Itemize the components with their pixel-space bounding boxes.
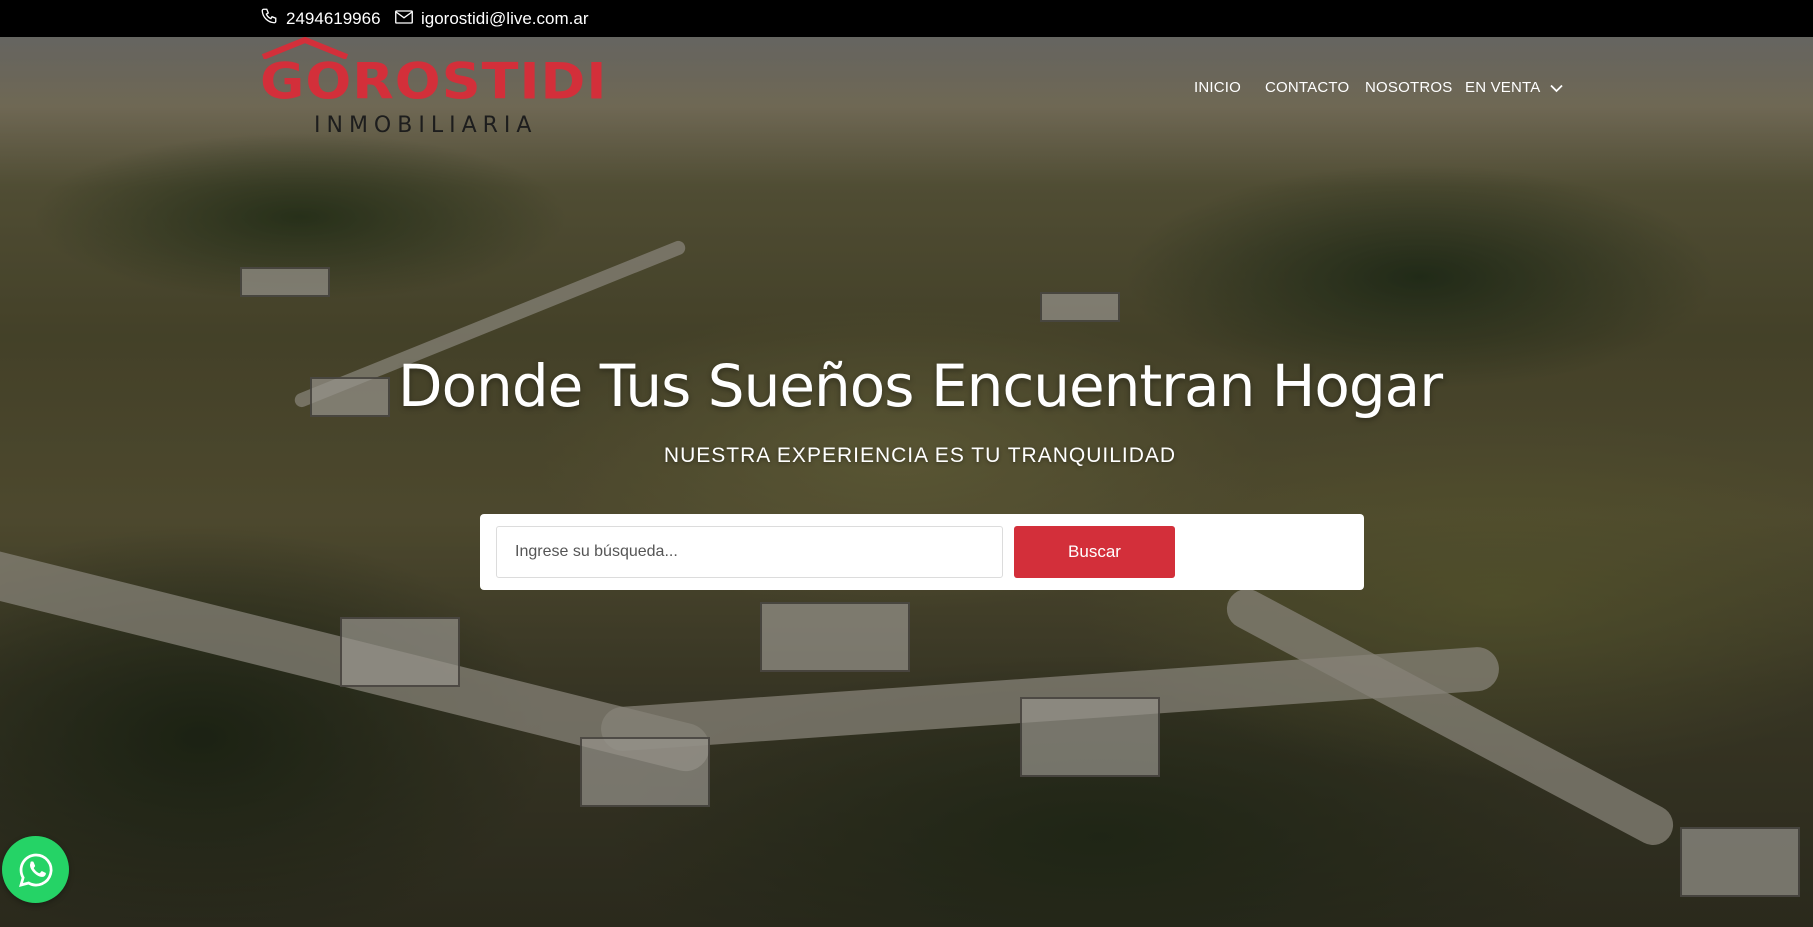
logo-wordmark: GOROSTIDI	[260, 52, 608, 111]
nav-item-nosotros[interactable]: NOSOTROS	[1365, 70, 1452, 106]
hero-dark-overlay	[0, 37, 1813, 927]
hero-background-image	[0, 37, 1813, 927]
email-contact[interactable]: igorostidi@live.com.ar	[395, 0, 588, 37]
nav-item-en-venta[interactable]: EN VENTA	[1465, 70, 1563, 106]
nav-item-contacto[interactable]: CONTACTO	[1265, 70, 1349, 106]
whatsapp-button[interactable]	[2, 836, 69, 903]
hero-subheadline: NUESTRA EXPERIENCIA ES TU TRANQUILIDAD	[663, 444, 1177, 467]
search-card: Buscar	[480, 514, 1364, 590]
phone-contact[interactable]: 2494619966	[260, 0, 381, 37]
hero-headline: Donde Tus Sueños Encuentran Hogar	[397, 352, 1443, 420]
logo-subtitle: INMOBILIARIA	[314, 113, 538, 138]
nav-item-en-venta-label: EN VENTA	[1465, 79, 1540, 96]
phone-icon	[260, 7, 286, 30]
whatsapp-icon	[18, 853, 52, 887]
search-input[interactable]	[496, 526, 1003, 578]
phone-number: 2494619966	[286, 8, 381, 28]
email-address: igorostidi@live.com.ar	[421, 8, 589, 28]
envelope-icon	[395, 9, 421, 29]
nav-item-inicio[interactable]: INICIO	[1194, 70, 1241, 106]
top-contact-bar: 2494619966 igorostidi@live.com.ar	[0, 0, 1813, 37]
brand-logo[interactable]: GOROSTIDI INMOBILIARIA	[260, 37, 606, 142]
chevron-down-icon	[1550, 84, 1563, 92]
search-button[interactable]: Buscar	[1014, 526, 1175, 578]
